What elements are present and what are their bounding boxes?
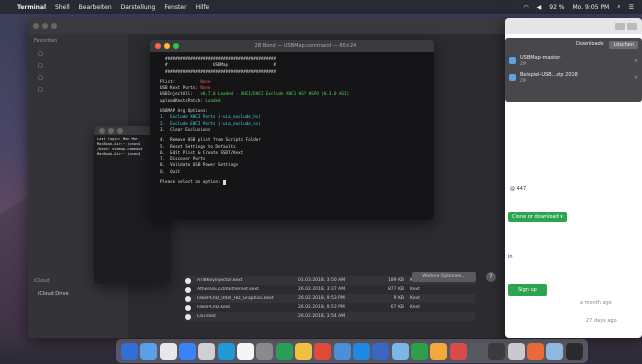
dock-app-icon[interactable] (121, 342, 139, 360)
dock-app-icon[interactable] (256, 342, 274, 360)
text-cursor (223, 179, 227, 185)
close-button[interactable] (99, 127, 105, 134)
dock-app-icon[interactable] (507, 342, 525, 360)
dock-app-icon[interactable] (449, 342, 467, 360)
menu-view[interactable]: Darstellung (121, 4, 156, 11)
dock-app-icon[interactable] (314, 342, 332, 360)
browser-titlebar (505, 18, 642, 34)
dock-app-icon[interactable] (546, 342, 564, 360)
terminal-titlebar: 2B Bond — USBMap.command — 80×24 (150, 40, 434, 52)
terminal-window-main[interactable]: 2B Bond — USBMap.command — 80×24 #######… (150, 40, 434, 220)
notification-center-icon[interactable]: ☰ (629, 4, 634, 11)
dock-app-icon[interactable] (275, 342, 293, 360)
download-item[interactable]: Beispiel-USB...zip 2018 ZIP × (505, 69, 642, 86)
menu-clock[interactable]: Mo. 9:05 PM (573, 4, 610, 11)
sidebar-item-icloud-drive[interactable]: iCloud Drive (28, 288, 128, 300)
browser-toolbar (615, 22, 637, 30)
menu-help[interactable]: Hilfe (196, 4, 210, 11)
sidebar-item[interactable]: ▢ (28, 48, 128, 60)
battery-status[interactable]: 92 % (549, 4, 564, 11)
dock-app-icon[interactable] (565, 342, 583, 360)
dock-app-icon[interactable] (333, 342, 351, 360)
zoom-button[interactable] (173, 43, 179, 49)
commit-age: a month ago (580, 300, 612, 306)
file-row[interactable]: AtherosE2200Ethernet.kext 26.02.2018, 3:3… (185, 285, 475, 294)
menu-window[interactable]: Fenster (164, 4, 186, 11)
download-item[interactable]: USBMap-master ZIP × (505, 52, 642, 69)
kext-file-icon (185, 295, 191, 302)
dock-app-icon[interactable] (159, 342, 177, 360)
kext-file-icon (185, 304, 191, 311)
menu-edit[interactable]: Bearbeiten (79, 4, 112, 11)
dock-app-icon[interactable] (411, 342, 429, 360)
dock (116, 339, 588, 363)
sidebar-item[interactable]: ▢ (28, 60, 128, 72)
terminal-output: ########################################… (150, 52, 434, 189)
zip-file-icon (509, 74, 516, 81)
close-button[interactable] (33, 23, 39, 29)
clone-download-button[interactable]: Clone or download ▾ (508, 212, 567, 222)
dock-app-icon[interactable] (179, 342, 197, 360)
downloads-panel: Downloads Löschen USBMap-master ZIP × Bei… (505, 38, 642, 102)
kext-file-icon (185, 277, 191, 284)
spotlight-icon[interactable]: ⌕ (617, 3, 620, 11)
menu-bar: Terminal Shell Bearbeiten Darstellung Fe… (0, 0, 642, 14)
input-prompt[interactable]: Please select an option: (160, 179, 424, 185)
terminal-title: 2B Bond — USBMap.command — 80×24 (254, 43, 357, 49)
dock-app-icon[interactable] (198, 342, 216, 360)
sign-up-button[interactable]: Sign up (508, 284, 547, 296)
menu-app-terminal[interactable]: Terminal (17, 4, 46, 11)
minimize-button[interactable] (108, 127, 114, 134)
finder-titlebar (28, 18, 510, 34)
clear-downloads-button[interactable]: Löschen (609, 41, 638, 49)
dock-app-icon[interactable] (295, 342, 313, 360)
help-button[interactable]: ? (486, 272, 496, 282)
downloads-header: Downloads Löschen (505, 38, 642, 52)
options-button[interactable]: Weitere Optionen... (412, 272, 476, 282)
zoom-button[interactable] (117, 127, 123, 134)
dock-app-icon[interactable] (469, 342, 487, 360)
sidebar-header-favorites: Favoriten (34, 38, 58, 44)
dock-app-icon[interactable] (140, 342, 158, 360)
file-row[interactable]: FakePCIID.kext 26.02.2018, 9:53 PM 67 KB Ke… (185, 303, 475, 312)
browser-share-icon[interactable] (615, 22, 625, 30)
dock-app-icon[interactable] (430, 342, 448, 360)
dock-app-icon[interactable] (391, 342, 409, 360)
volume-icon[interactable]: ◀ (537, 4, 542, 11)
dock-app-icon[interactable] (353, 342, 371, 360)
sidebar-item[interactable]: ▢ (28, 84, 128, 96)
dock-app-icon[interactable] (217, 342, 235, 360)
minimize-button[interactable] (164, 43, 170, 49)
dock-app-icon[interactable] (527, 342, 545, 360)
close-button[interactable] (155, 43, 161, 49)
file-row[interactable]: Lilu.kext 26.02.2018, 3:54 AM (185, 312, 475, 321)
zip-file-icon (509, 57, 516, 64)
minimize-button[interactable] (42, 23, 48, 29)
close-icon[interactable]: × (634, 75, 638, 81)
file-row[interactable]: FakePCIID_Intel_HD_Graphics.kext 26.02.20… (185, 294, 475, 303)
kext-file-icon (185, 313, 191, 320)
wifi-icon[interactable]: ◠ (523, 4, 528, 11)
sidebar-item[interactable]: ▢ (28, 72, 128, 84)
browser-tabs-icon[interactable] (627, 22, 637, 30)
dock-app-icon[interactable] (372, 342, 390, 360)
dock-app-icon[interactable] (488, 342, 506, 360)
zoom-button[interactable] (51, 23, 57, 29)
finder-file-list: ATI8KeyInjector.kext 01.03.2018, 3:50 AM 1… (185, 276, 475, 321)
dock-app-icon[interactable] (237, 342, 255, 360)
kext-file-icon (185, 286, 191, 293)
commit-age: 27 days ago (586, 318, 617, 324)
close-icon[interactable]: × (634, 58, 638, 64)
github-stat: @ 447 (510, 186, 527, 192)
menu-shell[interactable]: Shell (55, 4, 70, 11)
github-text: in (508, 254, 513, 260)
downloads-title: Downloads (576, 41, 604, 47)
